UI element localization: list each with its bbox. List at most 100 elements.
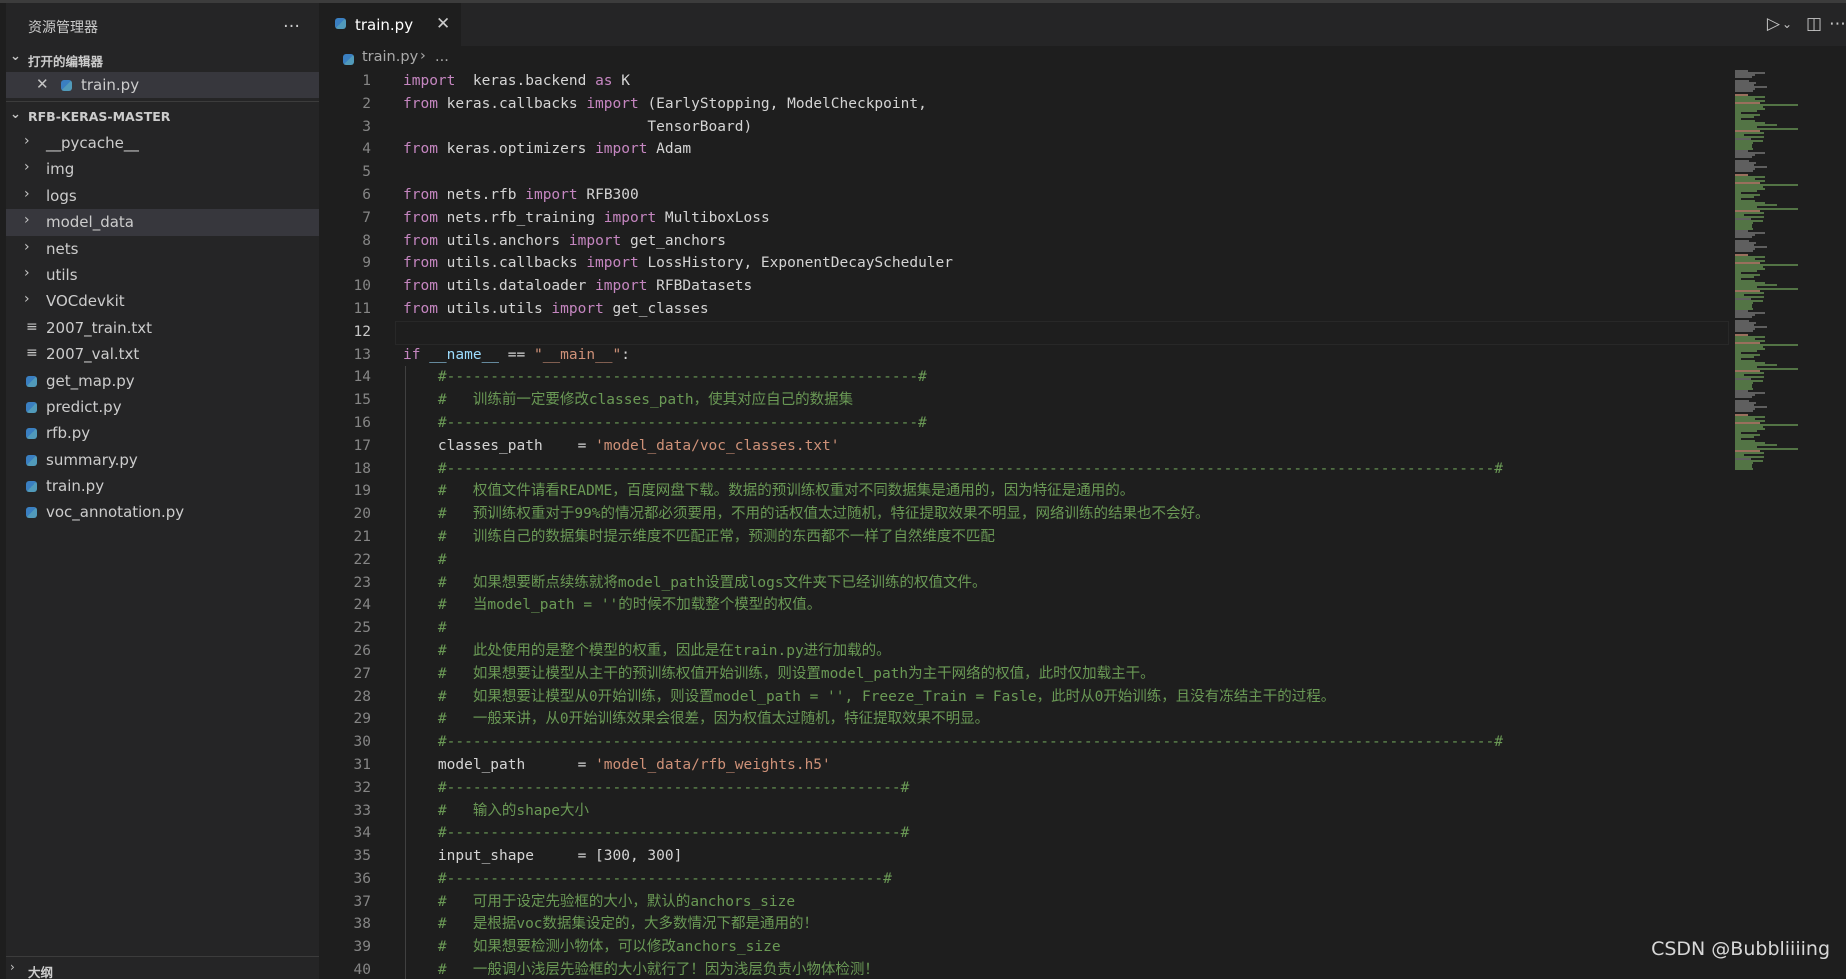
minimap[interactable] bbox=[1729, 70, 1846, 470]
tab-train-py[interactable]: train.py ✕ bbox=[319, 3, 461, 46]
code-line[interactable]: 10 from utils.dataloader import RFBDatase… bbox=[319, 275, 1729, 298]
file-item[interactable]: ≡ 2007_val.txt bbox=[6, 341, 319, 367]
code-line[interactable]: 15 # 训练前一定要修改classes_path，使其对应自己的数据集 bbox=[319, 389, 1729, 412]
folder-item[interactable]: › nets bbox=[6, 236, 319, 262]
code-line[interactable]: 19 # 权值文件请看README，百度网盘下载。数据的预训练权重对不同数据集是… bbox=[319, 480, 1729, 504]
code-line[interactable]: 38 # 是根据voc数据集设定的，大多数情况下都是通用的！ bbox=[319, 913, 1729, 937]
code-line[interactable]: 9 from utils.callbacks import LossHistory… bbox=[319, 252, 1729, 275]
code-token: from bbox=[403, 186, 438, 203]
folder-item[interactable]: › __pycache__ bbox=[6, 130, 319, 156]
code-line[interactable]: 36 #------------------------------------… bbox=[319, 867, 1729, 891]
line-source: from keras.optimizers import Adam bbox=[403, 138, 691, 161]
code-line[interactable]: 1 import keras.backend as K bbox=[319, 70, 1729, 93]
chevron-down-icon: ⌄ bbox=[10, 107, 21, 122]
code-line[interactable]: 33 # 输入的shape大小 bbox=[319, 799, 1729, 823]
line-source: # 如果想要让模型从0开始训练，则设置model_path = '', Free… bbox=[403, 686, 1335, 709]
breadcrumb-file[interactable]: train.py bbox=[362, 49, 418, 65]
code-line[interactable]: 26 # 此处使用的是整个模型的权重，因此是在train.py进行加载的。 bbox=[319, 639, 1729, 663]
code-line[interactable]: 29 # 一般来讲，从0开始训练效果会很差，因为权值太过随机，特征提取效果不明显… bbox=[319, 708, 1729, 732]
file-item[interactable]: train.py bbox=[6, 473, 319, 499]
code-line[interactable]: 16 #------------------------------------… bbox=[319, 411, 1729, 435]
open-editor-item[interactable]: ✕ train.py bbox=[6, 72, 319, 98]
open-editors-section[interactable]: ⌄ 打开的编辑器 bbox=[6, 46, 319, 72]
code-line[interactable]: 2 from keras.callbacks import (EarlyStopp… bbox=[319, 93, 1729, 116]
line-source: # 一般调小浅层先验框的大小就行了！因为浅层负责小物体检测！ bbox=[403, 959, 879, 979]
code-line[interactable]: 34 #------------------------------------… bbox=[319, 822, 1729, 846]
outline-section[interactable]: › 大纲 bbox=[6, 956, 319, 979]
code-line[interactable]: 5 bbox=[319, 161, 1729, 184]
run-icon[interactable]: ▷ bbox=[1767, 14, 1780, 34]
project-section[interactable]: ⌄ RFB-KERAS-MASTER bbox=[6, 104, 319, 130]
line-source: #---------------------------------------… bbox=[403, 458, 1503, 481]
code-line[interactable]: 28 # 如果想要让模型从0开始训练，则设置model_path = '', F… bbox=[319, 685, 1729, 709]
code-line[interactable]: 24 # 当model_path = ''的时候不加载整个模型的权值。 bbox=[319, 594, 1729, 618]
line-source: from nets.rfb import RFB300 bbox=[403, 184, 639, 207]
code-line[interactable]: 18 #------------------------------------… bbox=[319, 457, 1729, 481]
code-line[interactable]: 40 # 一般调小浅层先验框的大小就行了！因为浅层负责小物体检测！ bbox=[319, 959, 1729, 979]
line-source: # 训练自己的数据集时提示维度不匹配正常，预测的东西都不一样了自然维度不匹配 bbox=[403, 526, 995, 549]
code-line[interactable]: 20 # 预训练权重对于99%的情况都必须要用，不用的话权值太过随机，特征提取效… bbox=[319, 503, 1729, 526]
code-token: # 预训练权重对于99%的情况都必须要用，不用的话权值太过随机，特征提取效果不明… bbox=[437, 506, 1210, 523]
code-token: utils.callbacks bbox=[437, 255, 587, 272]
code-line[interactable]: 30 #------------------------------------… bbox=[319, 731, 1729, 754]
code-line[interactable]: 14 #------------------------------------… bbox=[319, 366, 1729, 390]
code-line[interactable]: 27 # 如果想要让模型从主干的预训练权值开始训练，则设置model_path为… bbox=[319, 662, 1729, 686]
line-number: 10 bbox=[353, 278, 371, 295]
code-token: from bbox=[403, 278, 438, 295]
line-number: 33 bbox=[353, 802, 371, 819]
folder-label: model_data bbox=[46, 213, 134, 232]
close-icon[interactable]: ✕ bbox=[36, 75, 49, 93]
code-token: utils.anchors bbox=[437, 232, 569, 249]
code-line[interactable]: 39 # 如果想要检测小物体，可以修改anchors_size bbox=[319, 936, 1729, 960]
file-item[interactable]: ≡ 2007_train.txt bbox=[6, 315, 319, 341]
breadcrumb-separator: › bbox=[420, 48, 426, 64]
chevron-down-icon[interactable]: ⌄ bbox=[1782, 17, 1792, 31]
chevron-right-icon: › bbox=[24, 238, 30, 255]
code-line[interactable]: 12 bbox=[319, 320, 1729, 345]
folder-label: nets bbox=[46, 239, 79, 258]
code-line[interactable]: 7 from nets.rfb_training import MultiboxL… bbox=[319, 207, 1729, 230]
file-item[interactable]: rfb.py bbox=[6, 420, 319, 446]
split-editor-icon[interactable]: ◫ bbox=[1806, 14, 1822, 34]
breadcrumb-more[interactable]: ... bbox=[435, 49, 449, 65]
vertical-scrollbar[interactable] bbox=[1832, 70, 1846, 979]
line-number: 35 bbox=[353, 848, 371, 865]
code-line[interactable]: 21 # 训练自己的数据集时提示维度不匹配正常，预测的东西都不一样了自然维度不匹… bbox=[319, 525, 1729, 549]
code-token: 'model_data/rfb_weights.h5' bbox=[595, 756, 831, 773]
code-line[interactable]: 4 from keras.optimizers import Adam bbox=[319, 138, 1729, 161]
code-line[interactable]: 37 # 可用于设定先验框的大小，默认的anchors_size bbox=[319, 890, 1729, 914]
file-item[interactable]: voc_annotation.py bbox=[6, 499, 319, 525]
code-line[interactable]: 22 # bbox=[319, 548, 1729, 572]
file-item[interactable]: predict.py bbox=[6, 394, 319, 420]
more-actions-icon[interactable]: ⋯ bbox=[1829, 14, 1846, 34]
file-item[interactable]: summary.py bbox=[6, 447, 319, 473]
folder-item[interactable]: › utils bbox=[6, 262, 319, 288]
code-line[interactable]: 13 if __name__ == "__main__": bbox=[319, 344, 1729, 367]
folder-item-selected[interactable]: › model_data bbox=[6, 209, 319, 236]
folder-item[interactable]: › logs bbox=[6, 183, 319, 209]
close-icon[interactable]: ✕ bbox=[436, 14, 450, 34]
code-line[interactable]: 6 from nets.rfb import RFB300 bbox=[319, 184, 1729, 207]
folder-item[interactable]: › VOCdevkit bbox=[6, 288, 319, 314]
minimap-line bbox=[1735, 156, 1752, 158]
more-actions-icon[interactable]: … bbox=[283, 12, 301, 32]
chevron-right-icon: › bbox=[24, 185, 30, 202]
line-number: 37 bbox=[353, 893, 371, 910]
line-number: 36 bbox=[353, 870, 371, 887]
code-line[interactable]: 17 classes_path = 'model_data/voc_classe… bbox=[319, 434, 1729, 458]
code-line[interactable]: 8 from utils.anchors import get_anchors bbox=[319, 230, 1729, 253]
code-line[interactable]: 3 TensorBoard) bbox=[319, 116, 1729, 139]
code-editor[interactable]: 1 import keras.backend as K 2 from keras.ca… bbox=[319, 70, 1729, 979]
code-line[interactable]: 35 input_shape = [300, 300] bbox=[319, 845, 1729, 868]
code-line[interactable]: 32 #------------------------------------… bbox=[319, 776, 1729, 800]
file-item[interactable]: get_map.py bbox=[6, 368, 319, 394]
code-line[interactable]: 11 from utils.utils import get_classes bbox=[319, 298, 1729, 321]
folder-item[interactable]: › img bbox=[6, 156, 319, 182]
code-line[interactable]: 23 # 如果想要断点续练就将model_path设置成logs文件夹下已经训练… bbox=[319, 571, 1729, 595]
line-number: 26 bbox=[353, 642, 371, 659]
code-line[interactable]: 31 model_path = 'model_data/rfb_weights.… bbox=[319, 753, 1729, 777]
code-line[interactable]: 25 # bbox=[319, 617, 1729, 640]
